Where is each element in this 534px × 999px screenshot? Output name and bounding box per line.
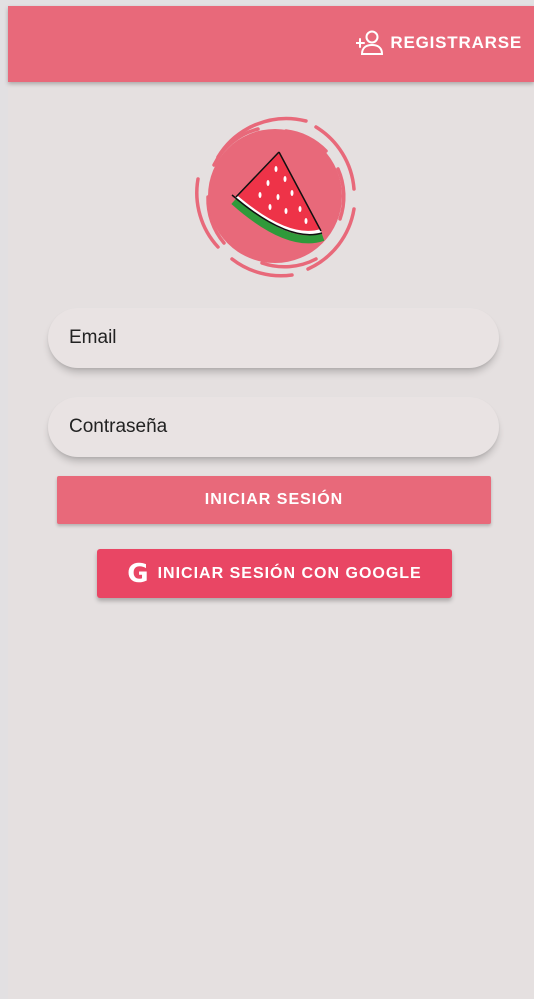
login-button[interactable]: INICIAR SESIÓN (57, 476, 491, 524)
password-field[interactable] (48, 397, 499, 457)
email-field[interactable] (48, 308, 499, 368)
register-label: REGISTRARSE (390, 33, 522, 52)
email-input[interactable] (69, 327, 499, 349)
app-bar: REGISTRARSE (8, 6, 534, 82)
register-button[interactable]: REGISTRARSE (356, 28, 522, 58)
google-login-button[interactable]: G INICIAR SESIÓN CON GOOGLE (97, 549, 452, 598)
google-icon: G (127, 558, 150, 589)
watermelon-icon (195, 116, 356, 278)
screen: REGISTRARSE Email INICIAR SESIÓN G INICI… (8, 6, 534, 999)
login-button-label: INICIAR SESIÓN (204, 491, 344, 508)
password-input[interactable] (69, 416, 499, 438)
google-login-label: INICIAR SESIÓN CON GOOGLE (157, 564, 422, 582)
person-add-icon (356, 30, 384, 56)
app-logo (188, 109, 363, 284)
